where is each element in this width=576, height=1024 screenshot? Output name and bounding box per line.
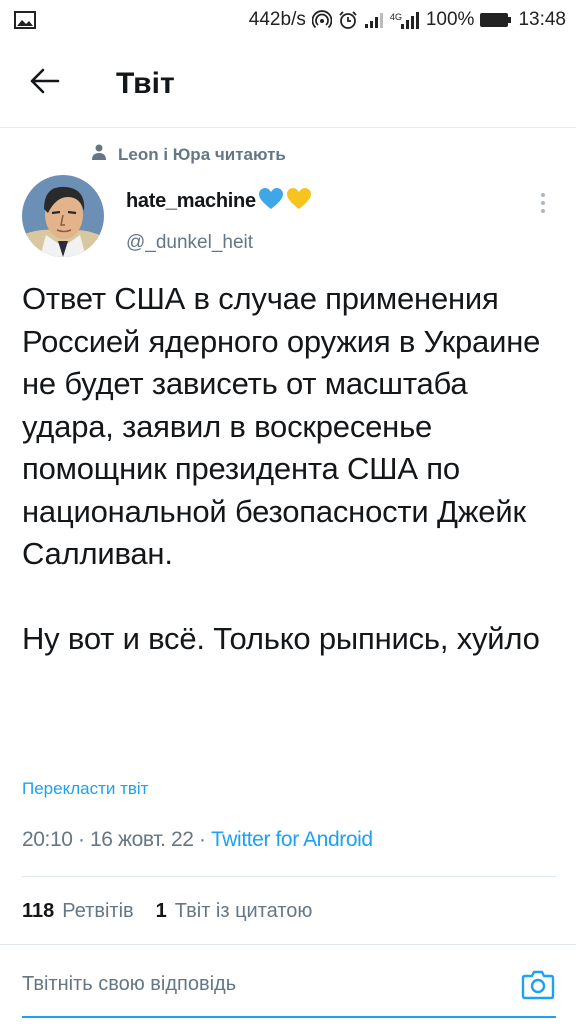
- tweet-source-link[interactable]: Twitter for Android: [211, 828, 373, 851]
- person-icon: [92, 144, 106, 165]
- avatar[interactable]: [22, 175, 104, 257]
- tweet-text: Ответ США в случае применения Россией яд…: [22, 281, 541, 656]
- back-button[interactable]: [0, 40, 90, 128]
- divider: [22, 876, 556, 877]
- more-options-button[interactable]: [530, 188, 556, 218]
- reply-bar: Твітніть свою відповідь: [0, 944, 576, 1024]
- alarm-icon: [338, 10, 358, 30]
- translate-tweet-link[interactable]: Перекласти твіт: [22, 779, 148, 799]
- tweet-timestamp: 20:10 · 16 жовт. 22 ·: [22, 828, 212, 851]
- retweets-stat[interactable]: 118 Ретвітів: [22, 900, 134, 923]
- network-speed: 442b/s: [248, 9, 306, 30]
- social-context-text: Leon і Юра читають: [118, 144, 286, 164]
- blue-heart-icon: [258, 187, 284, 216]
- retweets-count: 118: [22, 900, 55, 922]
- reply-input[interactable]: Твітніть свою відповідь: [22, 973, 236, 996]
- hotspot-icon: [311, 10, 332, 30]
- quotes-count: 1: [155, 900, 167, 922]
- author-name: hate_machine: [126, 190, 256, 212]
- network-type: 4G: [390, 12, 402, 22]
- more-dot: [541, 193, 545, 197]
- author-handle[interactable]: @_dunkel_heit: [126, 232, 253, 254]
- reply-underline: [22, 1016, 556, 1018]
- clock: 13:48: [518, 9, 566, 30]
- signal-icon: [364, 11, 384, 29]
- status-bar: 442b/s 4G 100% 13:48: [0, 0, 576, 40]
- more-dot: [541, 201, 545, 205]
- camera-icon: [520, 970, 556, 1007]
- yellow-heart-icon: [286, 187, 312, 216]
- image-icon: [14, 11, 36, 29]
- tweet-meta: 20:10 · 16 жовт. 22 · Twitter for Androi…: [22, 828, 373, 852]
- signal-4g-icon: 4G: [390, 10, 420, 30]
- social-context[interactable]: Leon і Юра читають: [92, 144, 286, 165]
- quotes-label: Твіт із цитатою: [174, 900, 313, 922]
- top-bar: Твіт: [0, 40, 576, 128]
- battery-percent: 100%: [425, 9, 475, 30]
- author-name-row[interactable]: hate_machine: [126, 187, 312, 216]
- more-dot: [541, 209, 545, 213]
- tweet-stats: 118 Ретвітів 1 Твіт із цитатою: [22, 900, 312, 923]
- battery-icon: [480, 12, 512, 28]
- retweets-label: Ретвітів: [62, 900, 134, 922]
- quotes-stat[interactable]: 1 Твіт із цитатою: [156, 900, 313, 923]
- arrow-left-icon: [30, 68, 60, 99]
- camera-button[interactable]: [520, 967, 556, 1003]
- page-title: Твіт: [116, 66, 175, 100]
